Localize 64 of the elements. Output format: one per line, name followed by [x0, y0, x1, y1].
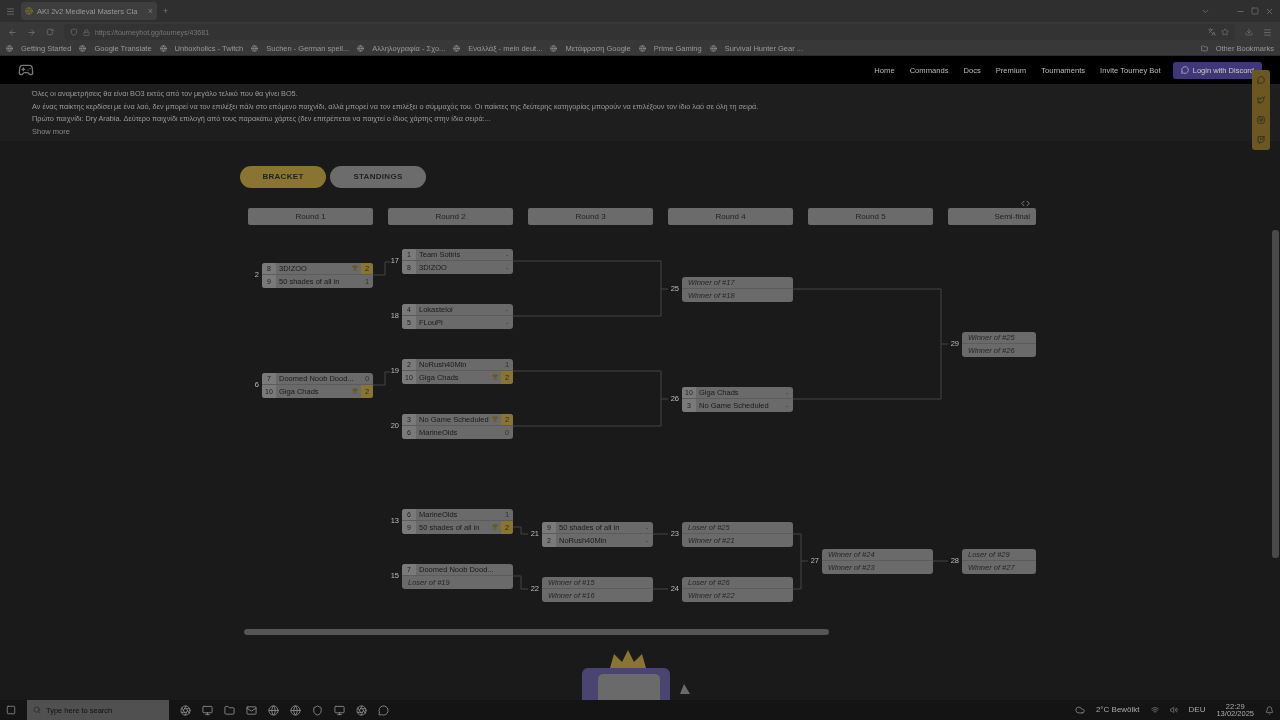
cloud-icon	[1074, 705, 1085, 715]
connector-line	[512, 575, 529, 589]
globe-icon	[79, 45, 87, 52]
site-logo-icon[interactable]	[18, 62, 34, 78]
monitor-icon[interactable]	[202, 704, 213, 716]
weather-text[interactable]: 2°C Bewölkt	[1095, 706, 1140, 714]
notification-icon[interactable]	[1265, 705, 1274, 715]
tab-list-icon[interactable]	[6, 6, 15, 16]
shield-icon[interactable]	[312, 704, 323, 716]
globe-icon	[709, 45, 717, 52]
horizontal-scrollbar[interactable]	[244, 628, 829, 635]
globe-icon	[357, 45, 365, 52]
forward-icon[interactable]	[27, 27, 36, 37]
mail-icon[interactable]	[246, 704, 257, 716]
connector-line	[372, 371, 391, 385]
site-icon	[25, 7, 33, 15]
globe-icon[interactable]	[268, 704, 279, 716]
translate-icon[interactable]	[1208, 28, 1216, 36]
back-icon[interactable]	[8, 27, 17, 37]
connector-line	[372, 261, 391, 275]
aperture-icon[interactable]	[356, 704, 367, 716]
close-icon[interactable]	[1265, 6, 1274, 16]
monitor-icon[interactable]	[334, 704, 345, 716]
globe-icon	[638, 45, 646, 52]
vertical-scrollbar[interactable]	[1272, 230, 1279, 558]
round-header: Round 5	[808, 207, 933, 225]
chat-icon	[1180, 66, 1189, 74]
folder-icon[interactable]	[224, 704, 235, 716]
globe-icon	[453, 45, 461, 52]
globe-icon	[251, 45, 259, 52]
round-header: Round 2	[388, 207, 513, 225]
round-header: Round 1	[248, 207, 373, 225]
round-header: Round 3	[528, 207, 653, 225]
reload-icon[interactable]	[46, 28, 54, 36]
shield-icon	[70, 28, 78, 36]
folder-icon	[1200, 45, 1208, 52]
lock-icon	[83, 28, 90, 36]
search-icon	[33, 706, 41, 714]
twitch-icon[interactable]	[1257, 136, 1265, 144]
aperture-icon[interactable]	[180, 704, 191, 716]
globe-icon	[6, 45, 13, 52]
view-tab[interactable]: STANDINGS	[330, 165, 426, 188]
language-indicator[interactable]: DEU	[1188, 706, 1206, 714]
code-icon[interactable]	[1021, 198, 1030, 208]
view-tab[interactable]: BRACKET	[240, 165, 326, 188]
new-tab-button[interactable]: +	[163, 6, 169, 16]
menu-icon[interactable]	[1263, 27, 1272, 37]
round-header: Round 4	[668, 207, 793, 225]
volume-icon[interactable]	[1169, 706, 1178, 714]
windows-start-icon[interactable]	[6, 705, 16, 715]
star-icon[interactable]	[1221, 28, 1229, 36]
connector-line	[512, 526, 529, 534]
connector-line	[792, 533, 809, 589]
close-tab-button[interactable]: ×	[147, 6, 153, 16]
chat-icon[interactable]	[378, 704, 389, 716]
instagram-icon[interactable]	[1257, 116, 1265, 124]
download-icon[interactable]	[1245, 28, 1253, 36]
round-header: Semi-final	[948, 207, 1036, 225]
twitter-icon[interactable]	[1257, 96, 1265, 104]
wifi-icon[interactable]	[1150, 706, 1159, 714]
globe-icon[interactable]	[290, 704, 301, 716]
maximize-icon[interactable]	[1251, 7, 1259, 15]
globe-icon	[159, 45, 167, 52]
globe-icon	[550, 45, 558, 52]
